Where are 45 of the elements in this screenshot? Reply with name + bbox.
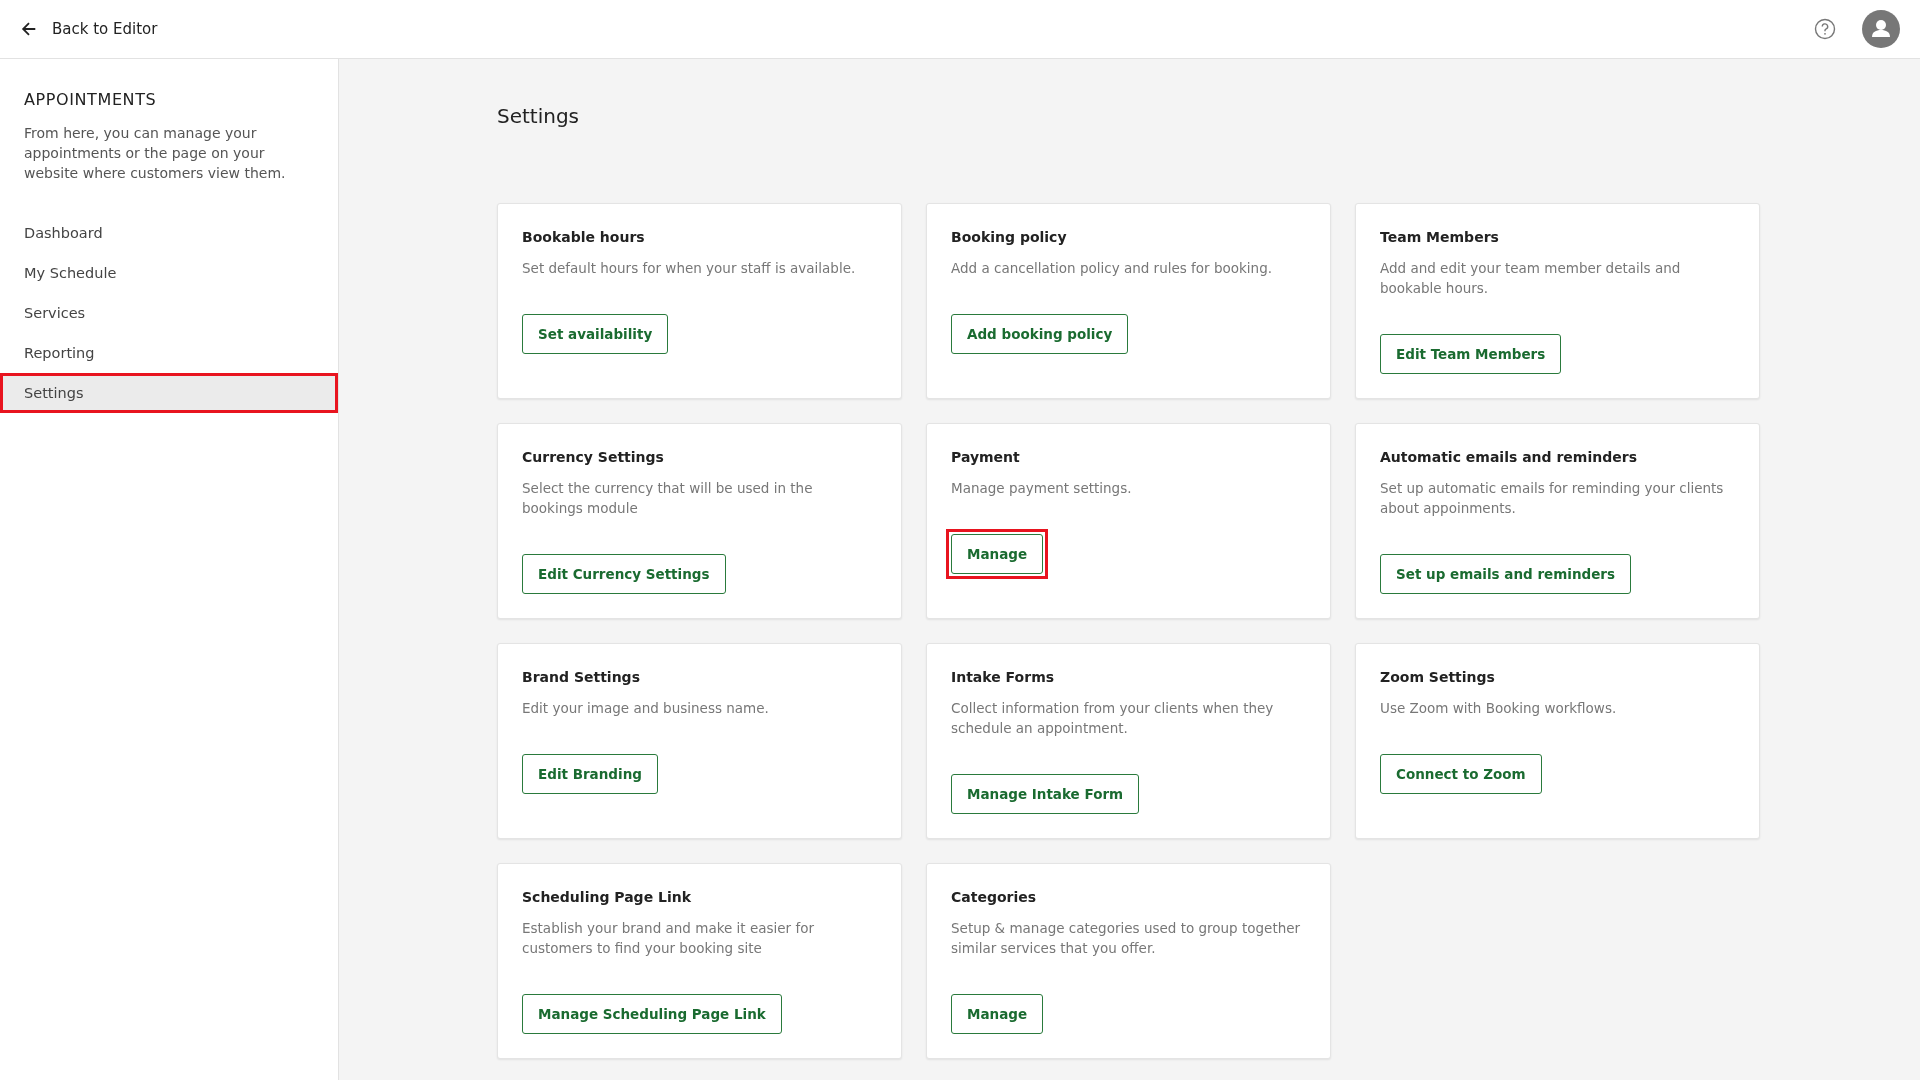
card-description: Setup & manage categories used to group together similar services that you offer. bbox=[951, 919, 1302, 958]
action-button[interactable]: Manage bbox=[951, 534, 1044, 574]
card-description: Select the currency that will be used in the bookings module bbox=[522, 479, 814, 518]
action-button[interactable]: Add booking policy bbox=[951, 314, 1129, 354]
card-title: Bookable hours bbox=[522, 229, 646, 245]
sidebar-item[interactable]: Reporting bbox=[0, 336, 335, 370]
action-button[interactable]: Manage Scheduling Page Link bbox=[522, 994, 782, 1034]
card-title: Intake Forms bbox=[951, 669, 1056, 685]
sidebar-item[interactable]: Dashboard bbox=[0, 216, 335, 250]
back-link[interactable]: Back to Editor bbox=[20, 20, 158, 38]
action-button[interactable]: Set availability bbox=[522, 314, 669, 354]
card-description: Manage payment settings. bbox=[951, 479, 1133, 498]
sidebar-title: APPOINTMENTS bbox=[23, 90, 158, 109]
card-description: Set up automatic emails for reminding your clients about appoinments. bbox=[1380, 479, 1725, 518]
sidebar-item[interactable]: My Schedule bbox=[0, 256, 335, 290]
card-description: Collect information from your clients when they schedule an appointment. bbox=[951, 699, 1275, 738]
card-title: Payment bbox=[951, 449, 1021, 465]
action-button[interactable]: Set up emails and reminders bbox=[1380, 554, 1632, 594]
card-title: Brand Settings bbox=[522, 669, 641, 685]
sidebar-item[interactable]: Settings bbox=[3, 376, 335, 410]
sidebar-item[interactable]: Services bbox=[0, 296, 335, 330]
page-title: Settings bbox=[497, 104, 581, 130]
card-description: Use Zoom with Booking workflows. bbox=[1380, 699, 1618, 718]
card-description: Set default hours for when your staff is available. bbox=[522, 259, 857, 278]
card-title: Automatic emails and reminders bbox=[1380, 449, 1638, 465]
avatar-icon[interactable] bbox=[1862, 10, 1900, 48]
action-button[interactable]: Connect to Zoom bbox=[1380, 754, 1542, 794]
card-title: Booking policy bbox=[951, 229, 1068, 245]
card-title: Team Members bbox=[1380, 229, 1500, 245]
card-description: Add a cancellation policy and rules for booking. bbox=[951, 259, 1274, 278]
action-button[interactable]: Edit Currency Settings bbox=[522, 554, 726, 594]
card-title: Zoom Settings bbox=[1380, 669, 1496, 685]
sidebar-description: From here, you can manage your appointments or the page on your website where customers view them. bbox=[23, 124, 287, 183]
card-title: Scheduling Page Link bbox=[522, 889, 692, 905]
card-title: Currency Settings bbox=[522, 449, 665, 465]
action-button[interactable]: Edit Team Members bbox=[1380, 334, 1562, 374]
action-button[interactable]: Edit Branding bbox=[522, 754, 658, 794]
card-description: Establish your brand and make it easier for customers to find your booking site bbox=[522, 919, 815, 958]
help-icon[interactable] bbox=[1814, 18, 1836, 40]
card-description: Add and edit your team member details and bookable hours. bbox=[1380, 259, 1682, 298]
card-description: Edit your image and business name. bbox=[522, 699, 770, 718]
action-button[interactable]: Manage Intake Form bbox=[951, 774, 1140, 814]
back-arrow-icon bbox=[20, 20, 38, 38]
card-title: Categories bbox=[951, 889, 1038, 905]
action-button[interactable]: Manage bbox=[951, 994, 1044, 1034]
